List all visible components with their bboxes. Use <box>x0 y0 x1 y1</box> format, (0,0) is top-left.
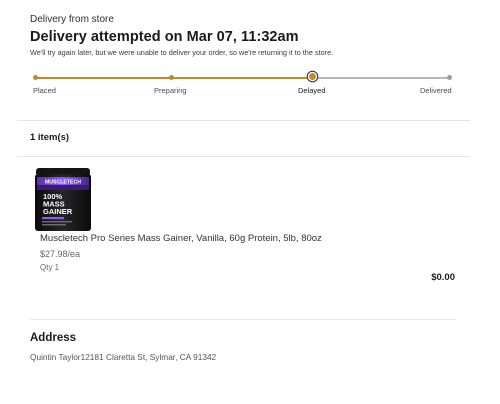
product-brand-text: MUSCLETECH <box>45 179 81 185</box>
items-count: 1 item(s) <box>30 132 70 143</box>
section-divider <box>17 156 470 157</box>
product-name[interactable]: Muscletech Pro Series Mass Gainer, Vanil… <box>40 233 322 244</box>
product-label-line3: GAINER <box>43 207 73 216</box>
progress-line-completed <box>35 77 313 79</box>
step-label-delayed: Delayed <box>298 86 326 95</box>
product-image[interactable]: MUSCLETECH 100% MASS GAINER <box>33 166 93 232</box>
step-dot-delayed <box>309 73 316 80</box>
step-label-placed: Placed <box>33 86 56 95</box>
progress-tracker <box>33 72 452 84</box>
delivery-address: Quintin Taylor12181 Claretta St, Sylmar,… <box>30 352 217 362</box>
progress-line-remaining <box>313 77 450 79</box>
step-dot-placed <box>33 75 38 80</box>
address-heading: Address <box>30 332 77 344</box>
step-label-delivered: Delivered <box>420 86 452 95</box>
step-dot-delivered <box>447 75 452 80</box>
status-message: We'll try again later, but we were unabl… <box>30 48 334 57</box>
section-divider <box>30 319 455 320</box>
item-total: $0.00 <box>431 272 455 283</box>
step-label-preparing: Preparing <box>154 86 187 95</box>
delivery-type-label: Delivery from store <box>30 14 114 25</box>
step-dot-preparing <box>169 75 174 80</box>
section-divider <box>17 120 470 121</box>
product-price: $27.98/ea <box>40 249 81 259</box>
product-quantity: Qty 1 <box>40 263 60 272</box>
page-title: Delivery attempted on Mar 07, 11:32am <box>30 29 299 45</box>
